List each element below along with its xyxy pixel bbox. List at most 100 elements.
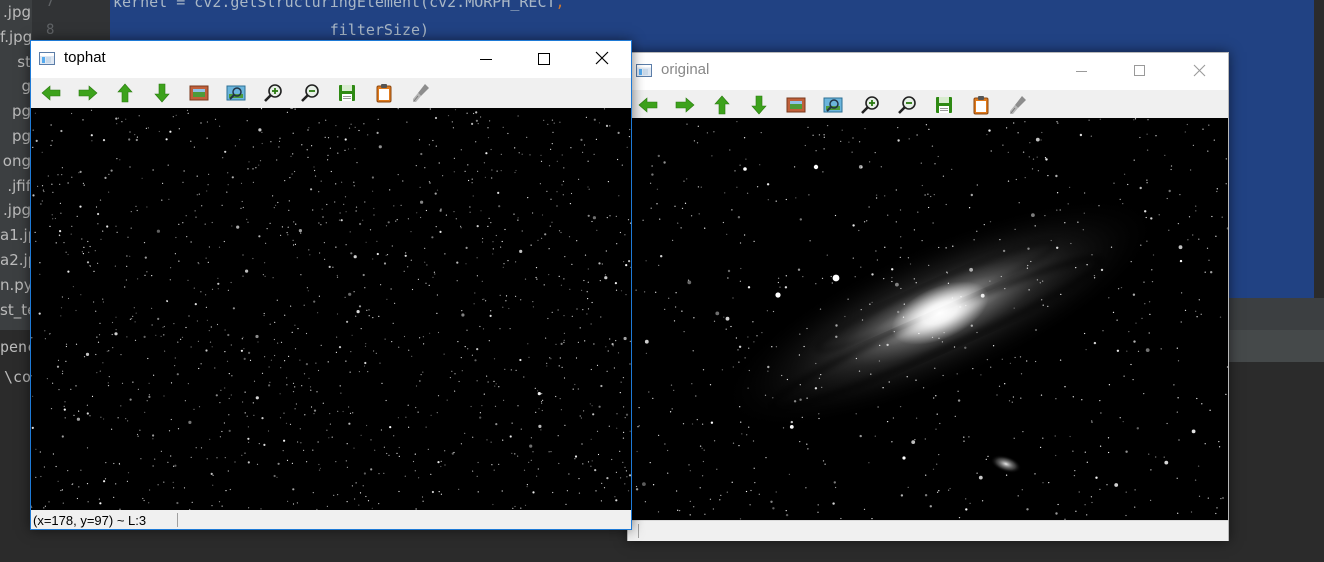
star (127, 420, 129, 422)
star (615, 289, 618, 291)
pan-left-icon[interactable] (636, 93, 660, 117)
star (200, 122, 202, 124)
star (548, 274, 550, 276)
star (453, 451, 455, 454)
properties-icon[interactable] (1006, 93, 1030, 117)
editor-scrollbar[interactable] (1314, 0, 1324, 298)
file-tree-item[interactable]: st_te (0, 298, 32, 323)
copy-clipboard-icon[interactable] (969, 93, 993, 117)
file-tree-item[interactable]: pg (0, 124, 32, 149)
title-bar[interactable]: tophat (31, 41, 631, 78)
galaxy-image[interactable] (628, 118, 1228, 520)
star (973, 239, 975, 241)
star (253, 380, 256, 382)
file-tree-item[interactable]: .jpg (0, 0, 32, 25)
star (1079, 133, 1083, 137)
star (1036, 156, 1038, 158)
zoom-original-icon[interactable] (784, 93, 808, 117)
star (78, 410, 80, 412)
file-tree-item[interactable]: a2.jp (0, 248, 32, 273)
star (61, 373, 64, 375)
star (264, 275, 266, 277)
star (236, 225, 240, 229)
star (1078, 491, 1080, 493)
pan-up-icon[interactable] (113, 81, 137, 105)
pan-down-icon[interactable] (747, 93, 771, 117)
save-icon[interactable] (335, 81, 359, 105)
star (1031, 213, 1035, 217)
image-canvas[interactable] (31, 108, 631, 510)
star (1155, 456, 1157, 458)
tophat-image[interactable] (31, 108, 631, 510)
star (1022, 430, 1024, 433)
star (1110, 246, 1113, 248)
zoom-out-icon[interactable] (298, 81, 322, 105)
star (489, 314, 492, 317)
tophat-window[interactable]: tophat (x=178, y=97) ~ L:3 (30, 40, 632, 530)
star (151, 275, 153, 277)
star (248, 441, 250, 443)
star (148, 395, 151, 398)
zoom-fit-icon[interactable] (821, 93, 845, 117)
file-tree-item[interactable]: ong (0, 149, 32, 174)
star (498, 463, 500, 465)
star (500, 246, 502, 248)
pan-right-icon[interactable] (673, 93, 697, 117)
star (584, 254, 587, 256)
star (563, 339, 565, 341)
original-window[interactable]: original (627, 52, 1229, 541)
image-canvas[interactable] (628, 118, 1228, 520)
file-tree-item[interactable]: n.py (0, 273, 32, 298)
copy-clipboard-icon[interactable] (372, 81, 396, 105)
star (198, 406, 201, 408)
star (205, 349, 208, 352)
star (574, 383, 576, 386)
pan-down-icon[interactable] (150, 81, 174, 105)
star (292, 153, 294, 155)
star (606, 217, 608, 219)
file-tree-item[interactable]: .jfif (0, 174, 32, 199)
star (216, 457, 218, 459)
file-tree-item[interactable]: f.jpg (0, 25, 32, 50)
star (397, 174, 399, 176)
star (504, 228, 506, 231)
star (472, 436, 474, 438)
zoom-fit-icon[interactable] (224, 81, 248, 105)
star (1026, 508, 1029, 511)
star (664, 443, 666, 445)
window-title: tophat (64, 49, 106, 66)
zoom-in-icon[interactable] (261, 81, 285, 105)
maximize-button[interactable] (1116, 53, 1162, 90)
star (528, 356, 530, 358)
star (338, 219, 341, 221)
properties-icon[interactable] (409, 81, 433, 105)
file-tree-item[interactable]: g (0, 74, 32, 99)
star (1146, 240, 1148, 242)
close-button[interactable] (1176, 53, 1222, 90)
minimize-button[interactable] (463, 41, 509, 78)
minimize-button[interactable] (1058, 53, 1104, 90)
zoom-in-icon[interactable] (858, 93, 882, 117)
star (669, 411, 672, 413)
zoom-original-icon[interactable] (187, 81, 211, 105)
star (556, 205, 558, 207)
zoom-out-icon[interactable] (895, 93, 919, 117)
close-button[interactable] (579, 41, 625, 78)
save-icon[interactable] (932, 93, 956, 117)
file-tree-item[interactable]: .jpg (0, 198, 32, 223)
maximize-button[interactable] (521, 41, 567, 78)
pan-left-icon[interactable] (39, 81, 63, 105)
star (515, 369, 517, 371)
pan-right-icon[interactable] (76, 81, 100, 105)
file-tree-item[interactable]: pg (0, 99, 32, 124)
star (422, 500, 424, 502)
star (477, 170, 479, 172)
file-tree-item[interactable]: st (0, 50, 32, 75)
file-tree-item[interactable]: a1.jp (0, 223, 32, 248)
star (713, 320, 716, 322)
star (605, 124, 609, 127)
star (577, 341, 580, 343)
star (308, 127, 310, 129)
pan-up-icon[interactable] (710, 93, 734, 117)
title-bar[interactable]: original (628, 53, 1228, 90)
